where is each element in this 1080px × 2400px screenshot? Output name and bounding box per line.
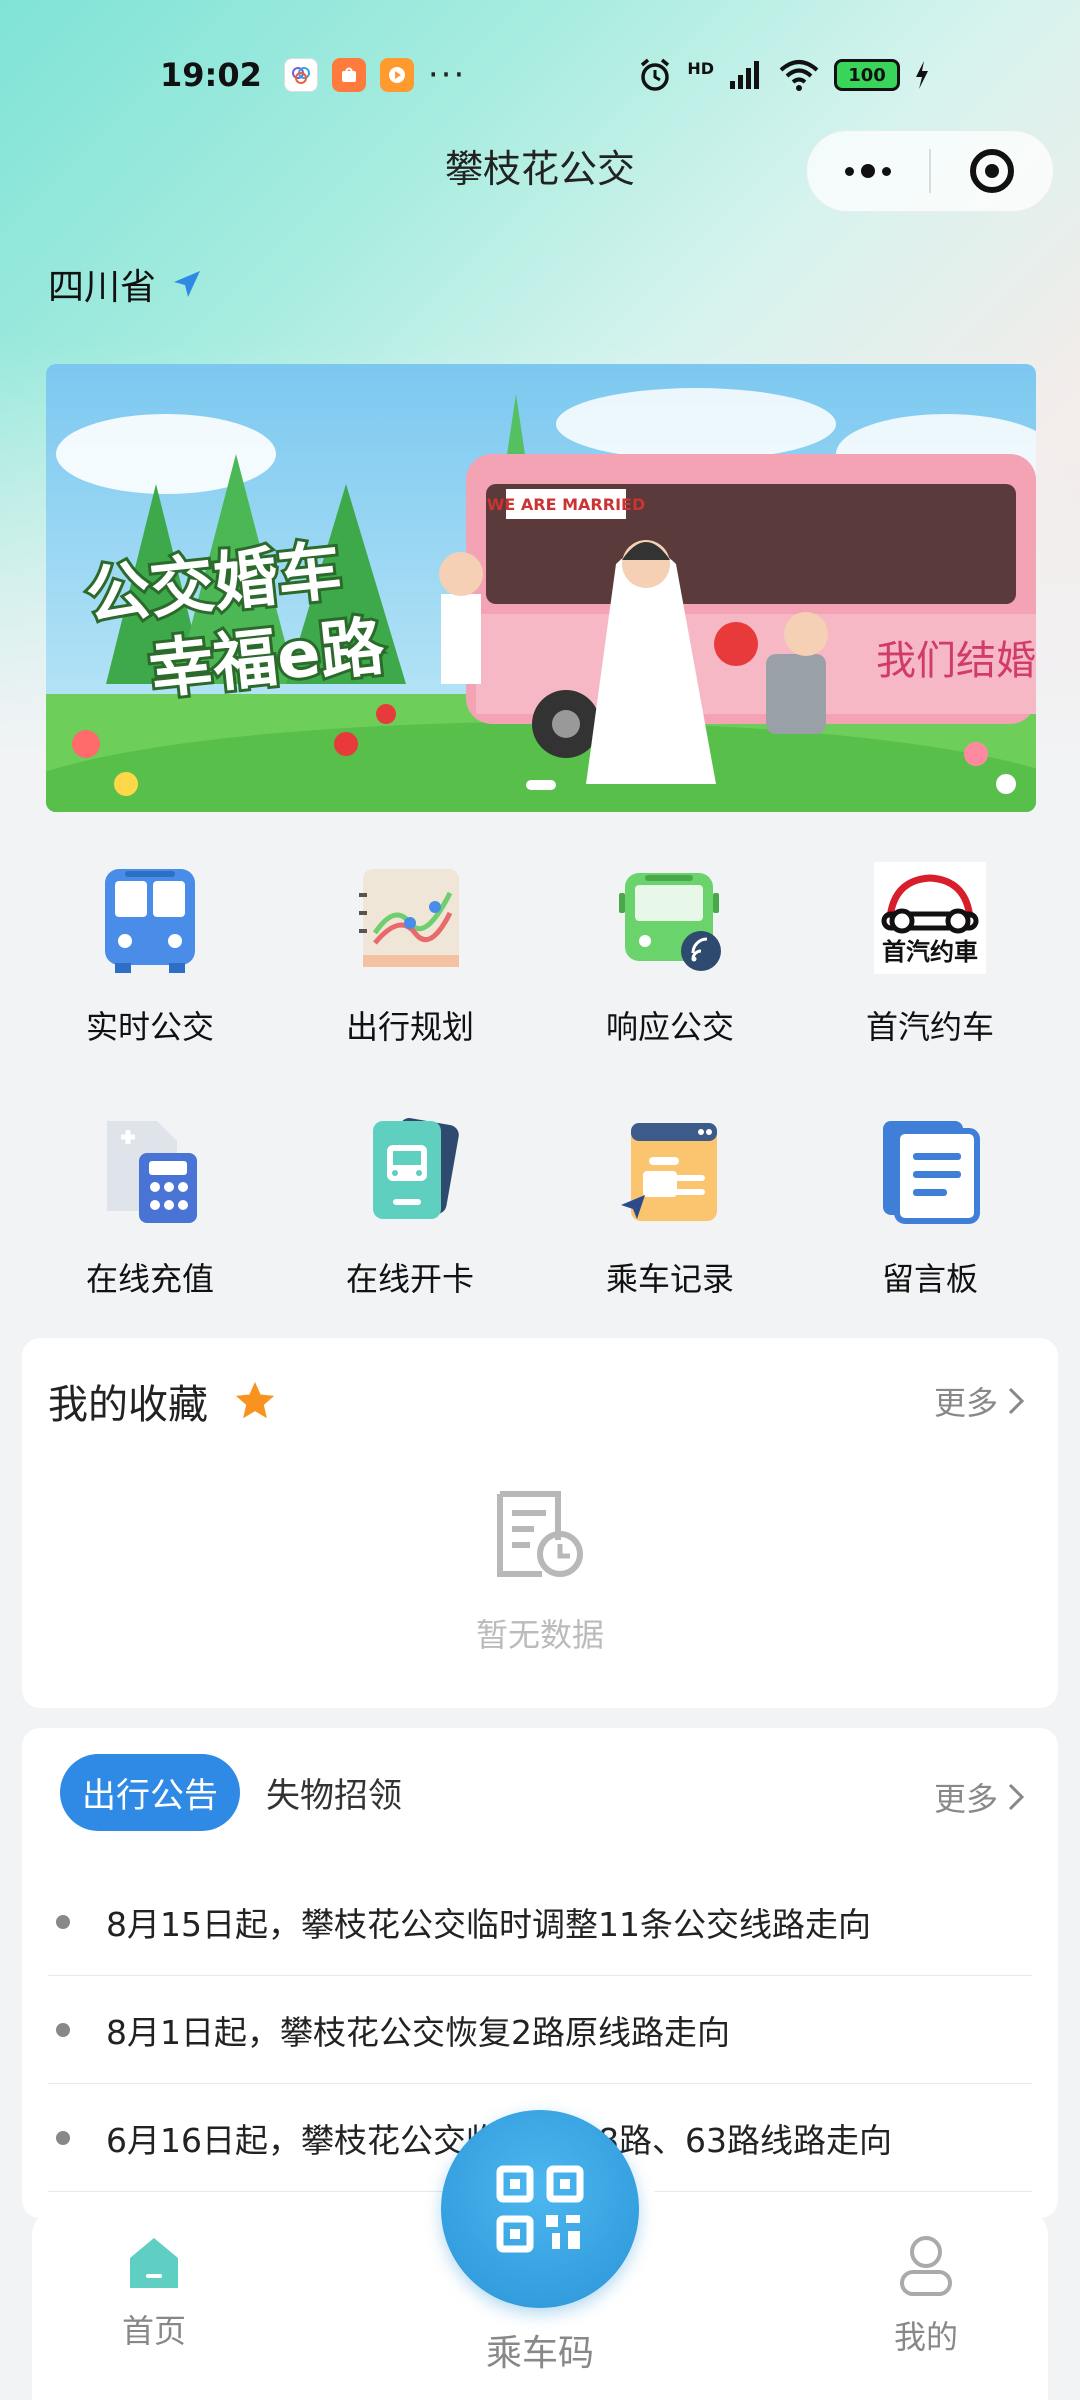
banner-image: WE ARE MARRIED 我们结婚啦 公交婚车 幸福e路 xyxy=(46,364,1036,812)
star-icon xyxy=(235,1381,275,1419)
target-close-icon xyxy=(970,149,1014,193)
status-time: 19:02 xyxy=(160,56,262,94)
empty-document-icon xyxy=(497,1491,583,1577)
status-bar: 19:02 ··· HD 100 xyxy=(0,0,1080,150)
user-icon xyxy=(899,2236,952,2296)
favorites-more-link[interactable]: 更多 xyxy=(934,1378,1026,1424)
favorites-title-text: 我的收藏 xyxy=(48,1382,208,1428)
card-icon xyxy=(352,1112,468,1228)
more-dots-icon xyxy=(845,164,891,178)
grid-label: 乘车记录 xyxy=(605,1260,734,1298)
battery-indicator: 100 xyxy=(834,59,900,91)
demand-bus-icon xyxy=(612,860,728,976)
location-province: 四川省 xyxy=(48,267,157,308)
banner-indicator xyxy=(46,780,1036,790)
grid-item-recharge[interactable]: 在线充值 xyxy=(40,1102,260,1354)
banner-bus-side: 我们结婚啦 xyxy=(876,638,1036,684)
tab-travel-notice[interactable]: 出行公告 xyxy=(60,1754,240,1831)
grid-label: 出行规划 xyxy=(345,1008,474,1046)
ride-code-button[interactable] xyxy=(441,2110,639,2308)
grid-label: 留言板 xyxy=(881,1260,978,1298)
notice-item[interactable]: 8月15日起，攀枝花公交临时调整11条公交线路走向 xyxy=(48,1868,1032,1976)
message-board-icon xyxy=(872,1112,988,1228)
mini-program-capsule xyxy=(806,130,1054,212)
grid-item-ride-record[interactable]: 乘车记录 xyxy=(560,1102,780,1354)
banner-carousel[interactable]: WE ARE MARRIED 我们结婚啦 公交婚车 幸福e路 xyxy=(46,364,1036,812)
shouqi-logo-icon: 首汽约車 xyxy=(872,860,988,976)
grid-label: 实时公交 xyxy=(85,1008,214,1046)
notice-text: 8月15日起，攀枝花公交临时调整11条公交线路走向 xyxy=(106,1904,871,1944)
notice-item[interactable]: 8月1日起，攀枝花公交恢复2路原线路走向 xyxy=(48,1976,1032,2084)
grid-label: 在线开卡 xyxy=(345,1260,474,1298)
title-bar: 攀枝花公交 xyxy=(0,130,1080,212)
menu-button[interactable] xyxy=(807,131,929,211)
grid-item-shouqi[interactable]: 首汽约車 首汽约车 xyxy=(820,850,1040,1102)
status-more-icon: ··· xyxy=(427,55,467,95)
status-app-icons xyxy=(283,58,414,92)
banner-bus-sign: WE ARE MARRIED xyxy=(487,495,645,514)
grid-item-demand-bus[interactable]: 响应公交 xyxy=(560,850,780,1102)
signal-icon xyxy=(730,61,759,89)
chevron-right-icon xyxy=(1008,1387,1025,1415)
grid-item-message-board[interactable]: 留言板 xyxy=(820,1102,1040,1354)
notice-tabs: 出行公告 失物招领 xyxy=(60,1754,402,1831)
grid-label: 在线充值 xyxy=(85,1260,214,1298)
status-indicators: HD 100 xyxy=(637,57,930,93)
wifi-icon xyxy=(779,60,819,91)
ride-record-icon xyxy=(612,1112,728,1228)
alarm-icon xyxy=(641,58,670,91)
favorites-more-label: 更多 xyxy=(933,1384,998,1422)
route-plan-icon xyxy=(352,860,468,976)
favorites-title: 我的收藏 xyxy=(48,1372,278,1430)
bus-icon xyxy=(92,860,208,976)
signal-label: HD xyxy=(687,59,714,78)
grid-label: 首汽约车 xyxy=(865,1008,994,1046)
bullet-icon xyxy=(56,1914,70,1929)
bullet-icon xyxy=(56,2130,70,2145)
grid-item-trip-planning[interactable]: 出行规划 xyxy=(300,850,520,1102)
notices-more-link[interactable]: 更多 xyxy=(934,1774,1026,1820)
recharge-icon xyxy=(92,1112,208,1228)
home-icon xyxy=(130,2238,178,2288)
location-arrow-icon xyxy=(174,271,201,297)
nav-mine-label: 我的 xyxy=(893,2318,958,2356)
grid-item-open-card[interactable]: 在线开卡 xyxy=(300,1102,520,1354)
charging-icon xyxy=(916,61,928,89)
qr-code-icon xyxy=(496,2165,584,2253)
shouqi-logo-text: 首汽约車 xyxy=(882,938,978,966)
function-grid: 实时公交 出行规划 响应公交 首汽约車 首汽约车 在线充值 在线开卡 乘车记录 … xyxy=(0,850,1080,1354)
app-notification-icon xyxy=(283,58,318,92)
empty-text: 暂无数据 xyxy=(475,1616,604,1654)
chevron-right-icon xyxy=(1008,1783,1025,1811)
favorites-card: 我的收藏 更多 暂无数据 xyxy=(22,1338,1058,1708)
grid-label: 响应公交 xyxy=(605,1008,734,1046)
notices-more-label: 更多 xyxy=(933,1780,998,1818)
grid-item-realtime-bus[interactable]: 实时公交 xyxy=(40,850,260,1102)
bullet-icon xyxy=(56,2022,70,2037)
taobao-notification-icon xyxy=(331,58,366,92)
notice-text: 8月1日起，攀枝花公交恢复2路原线路走向 xyxy=(106,2012,730,2052)
close-mini-program-button[interactable] xyxy=(931,131,1053,211)
location-selector[interactable]: 四川省 xyxy=(48,258,202,310)
nav-mine[interactable]: 我的 xyxy=(894,2234,958,2358)
favorites-empty-state: 暂无数据 xyxy=(22,1490,1058,1656)
video-notification-icon xyxy=(379,58,414,92)
tab-lost-and-found[interactable]: 失物招领 xyxy=(266,1768,402,1817)
